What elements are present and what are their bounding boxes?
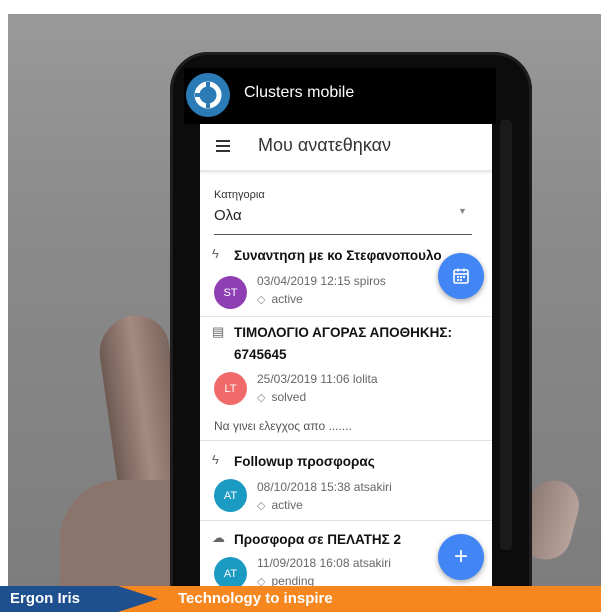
tag-icon: ◇ — [257, 392, 266, 404]
tag-icon: ◇ — [257, 500, 266, 512]
footer-tagline: Technology to inspire — [178, 590, 333, 607]
item-user: atsakiri — [352, 556, 391, 570]
item-meta: 11/09/2018 16:08 atsakiri — [257, 556, 391, 570]
app-logo — [186, 73, 230, 117]
footer-brand: Ergon Iris — [10, 590, 81, 607]
hamburger-menu-icon[interactable] — [216, 140, 230, 152]
document-icon: ▤ — [212, 324, 225, 339]
item-user: spiros — [353, 274, 386, 288]
status-text: active — [271, 292, 303, 306]
status-text: solved — [271, 390, 307, 404]
item-status: ◇ solved — [257, 390, 306, 404]
cloud-upload-icon: ☁ — [212, 530, 225, 545]
item-datetime: 08/10/2018 15:38 — [257, 480, 351, 494]
item-status: ◇ active — [257, 498, 303, 512]
page-title: Μου ανατεθηκαν — [258, 135, 392, 155]
dropdown-arrow-icon[interactable]: ▼ — [458, 206, 467, 216]
item-status: ◇ pending — [257, 574, 314, 586]
lightning-icon: ϟ — [212, 246, 219, 261]
item-note: Να γινει ελεγχος απο ....... — [214, 419, 352, 433]
item-datetime: 03/04/2019 12:15 — [257, 274, 351, 288]
add-fab-button[interactable]: + — [438, 534, 484, 580]
frame-top — [0, 0, 601, 14]
tag-icon: ◇ — [257, 576, 266, 586]
status-text: pending — [271, 574, 315, 586]
item-title: Συναντηση με κο Στεφανοπουλο — [234, 248, 442, 263]
tag-icon: ◇ — [257, 294, 266, 306]
frame-left — [0, 0, 8, 586]
calendar-icon — [453, 268, 469, 284]
item-meta: 25/03/2019 11:06 lolita — [257, 372, 378, 386]
status-text: active — [271, 498, 303, 512]
phone-screen: Μου ανατεθηκαν Κατηγορια Ολα ▼ ϟ Συναντη… — [200, 124, 492, 586]
calendar-fab-button[interactable] — [438, 253, 484, 299]
item-datetime: 25/03/2019 11:06 — [257, 372, 350, 386]
item-user: atsakiri — [353, 480, 392, 494]
category-underline — [214, 234, 472, 235]
category-select[interactable]: Ολα — [214, 207, 242, 224]
phone-edge — [500, 120, 512, 550]
divider — [200, 520, 492, 521]
avatar: AT — [214, 479, 247, 512]
divider — [200, 440, 492, 441]
avatar: ST — [214, 276, 247, 309]
footer-banner: Ergon Iris Technology to inspire — [0, 586, 601, 612]
app-name: Clusters mobile — [244, 84, 355, 101]
lightning-icon: ϟ — [212, 452, 219, 467]
item-meta: 08/10/2018 15:38 atsakiri — [257, 480, 392, 494]
avatar: LT — [214, 372, 247, 405]
avatar: AT — [214, 557, 247, 586]
item-user: lolita — [352, 372, 378, 386]
divider — [200, 316, 492, 317]
plus-icon: + — [453, 543, 468, 570]
item-datetime: 11/09/2018 16:08 — [257, 556, 350, 570]
item-meta: 03/04/2019 12:15 spiros — [257, 274, 386, 288]
item-title: Προσφορα σε ΠΕΛΑΤΗΣ 2 — [234, 532, 402, 547]
screen-header: Μου ανατεθηκαν — [200, 124, 492, 171]
item-title: Followup προσφορας — [234, 454, 375, 469]
item-status: ◇ active — [257, 292, 303, 306]
category-label: Κατηγορια — [214, 189, 265, 201]
item-title: ΤΙΜΟΛΟΓΙΟ ΑΓΟΡΑΣ ΑΠΟΘΗΚΗΣ: 6745645 — [234, 325, 452, 362]
